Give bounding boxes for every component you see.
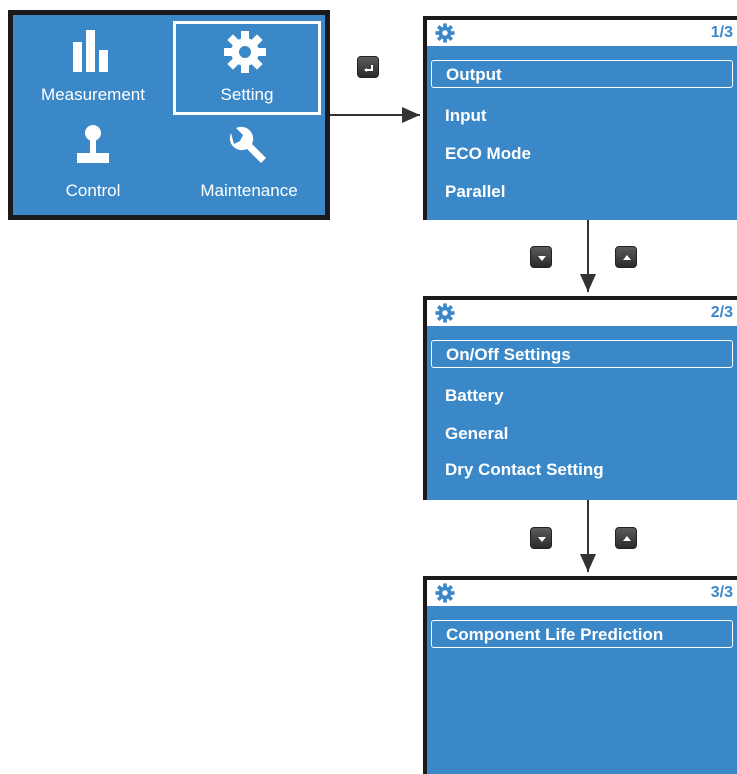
bar-chart-icon — [73, 30, 108, 72]
down-key-2[interactable] — [530, 527, 552, 549]
up-key-icon — [623, 536, 631, 541]
tile-measurement-label: Measurement — [41, 85, 145, 104]
setting-screen-1: 1/3 Output Input ECO Mode Parallel — [423, 16, 737, 220]
gear-icon — [224, 31, 266, 73]
menu-item-parallel[interactable]: Parallel — [445, 182, 506, 202]
tile-maintenance-label: Maintenance — [200, 181, 298, 200]
enter-key[interactable] — [357, 56, 379, 78]
main-menu-panel: Measurement Setting Control Maintenance — [8, 10, 330, 220]
menu-item-output[interactable]: Output — [431, 60, 733, 88]
menu-item-general[interactable]: General — [445, 424, 508, 444]
tile-setting-label: Setting — [220, 85, 274, 104]
up-key-2[interactable] — [615, 527, 637, 549]
gear-icon — [435, 583, 455, 603]
gear-icon — [435, 303, 455, 323]
menu-item-battery[interactable]: Battery — [445, 386, 504, 406]
down-key-icon — [538, 256, 546, 261]
menu-item-dry-contact-setting[interactable]: Dry Contact Setting — [445, 460, 604, 480]
menu-item-component-life-prediction[interactable]: Component Life Prediction — [431, 620, 733, 648]
up-key-1[interactable] — [615, 246, 637, 268]
menu-item-eco-mode[interactable]: ECO Mode — [445, 144, 531, 164]
screen-header: 3/3 — [427, 580, 737, 606]
tile-setting[interactable]: Setting — [173, 21, 321, 115]
page-indicator: 3/3 — [710, 584, 733, 601]
screen-header: 2/3 — [427, 300, 737, 326]
up-key-icon — [623, 255, 631, 260]
menu-item-on-off-settings[interactable]: On/Off Settings — [431, 340, 733, 368]
down-key-1[interactable] — [530, 246, 552, 268]
tile-maintenance[interactable]: Maintenance — [173, 115, 325, 215]
down-key-icon — [538, 537, 546, 542]
screen-header: 1/3 — [427, 20, 737, 46]
menu-item-input[interactable]: Input — [445, 106, 487, 126]
setting-screen-3: 3/3 Component Life Prediction — [423, 576, 737, 774]
joystick-icon — [77, 125, 109, 163]
enter-key-icon — [364, 65, 373, 72]
tile-control-label: Control — [65, 181, 121, 200]
tile-control[interactable]: Control — [13, 115, 173, 215]
tile-measurement[interactable]: Measurement — [13, 15, 173, 115]
wrench-icon — [229, 126, 266, 163]
setting-screen-2: 2/3 On/Off Settings Battery General Dry … — [423, 296, 737, 500]
gear-icon — [435, 23, 455, 43]
page-indicator: 1/3 — [710, 24, 733, 41]
page-indicator: 2/3 — [710, 304, 733, 321]
